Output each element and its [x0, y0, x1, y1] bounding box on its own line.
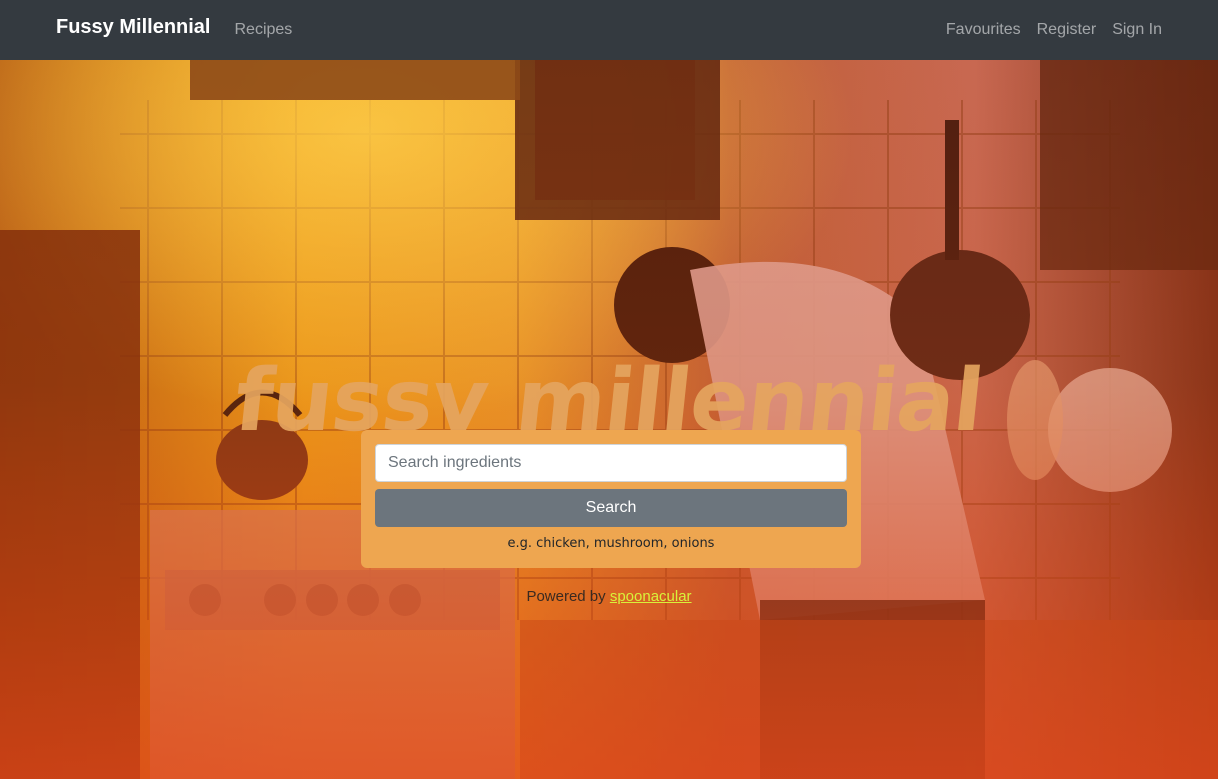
search-hint-text: e.g. chicken, mushroom, onions — [507, 536, 715, 551]
nav-link-sign-in[interactable]: Sign In — [1112, 21, 1162, 39]
powered-by-line: Powered by spoonacular — [0, 588, 1218, 605]
search-button[interactable]: Search — [375, 489, 847, 527]
search-card: Search e.g. chicken, mushroom, onions — [361, 430, 861, 568]
spoonacular-link[interactable]: spoonacular — [610, 588, 692, 605]
nav-link-favourites[interactable]: Favourites — [946, 21, 1021, 39]
nav-link-register[interactable]: Register — [1037, 21, 1097, 39]
brand-logo-link[interactable]: Fussy Millennial — [56, 16, 210, 39]
powered-by-prefix: Powered by — [526, 588, 606, 605]
search-ingredients-input[interactable] — [375, 444, 847, 482]
top-navbar: Fussy Millennial Recipes Favourites Regi… — [0, 0, 1218, 60]
hero-section: fussy millennial Search e.g. chicken, mu… — [0, 60, 1218, 779]
nav-link-recipes[interactable]: Recipes — [234, 21, 292, 39]
nav-right-group: Favourites Register Sign In — [946, 21, 1162, 39]
